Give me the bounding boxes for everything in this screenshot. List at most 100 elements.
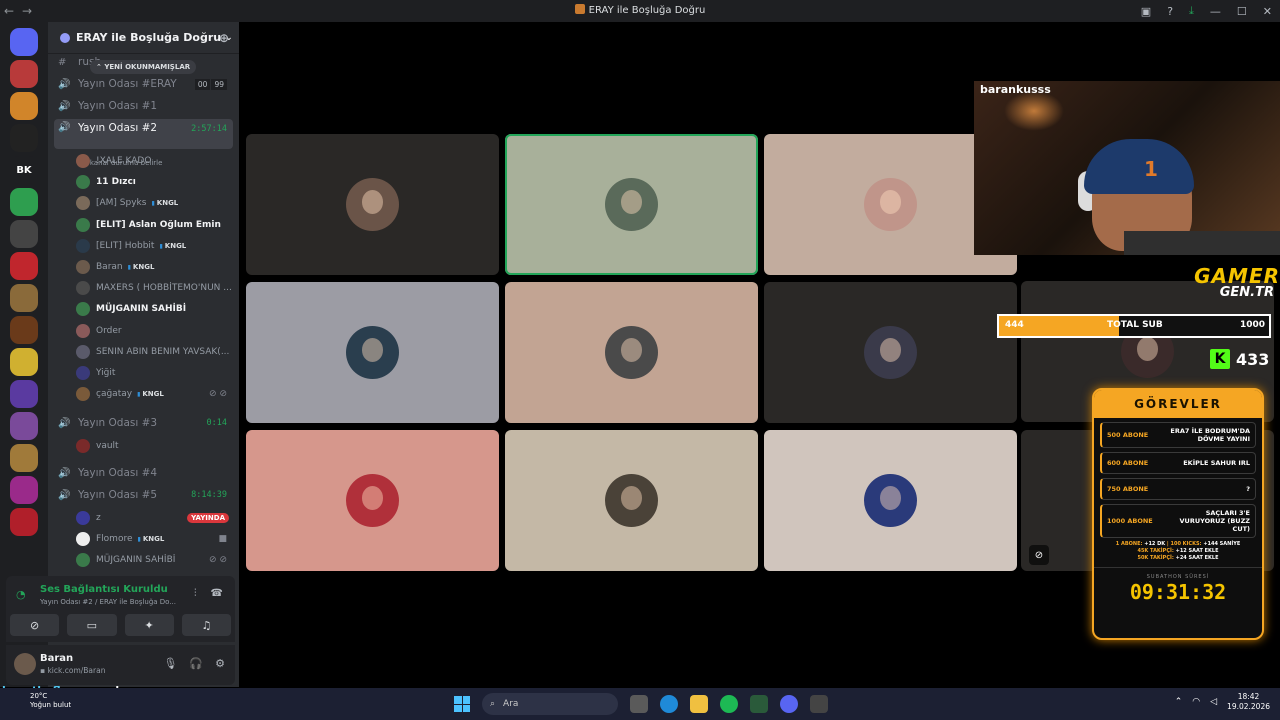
server-icon[interactable] <box>10 348 38 376</box>
user-name: [ELIT] Aslan Oğlum Emin <box>96 219 221 230</box>
back-icon[interactable]: ← <box>0 4 18 18</box>
participant-avatar <box>605 178 658 231</box>
avatar[interactable] <box>14 653 36 675</box>
server-header[interactable]: ERAY ile Boşluğa Doğru ⌄ ⊕ <box>48 22 239 54</box>
explorer-icon[interactable] <box>690 695 708 713</box>
edge-icon[interactable] <box>660 695 678 713</box>
voice-user[interactable]: MÜJGANIN SAHİBİ ⊘ ⊘ <box>76 550 233 570</box>
settings-gear-icon[interactable]: ⚙ <box>215 657 225 670</box>
clock[interactable]: 18:42 19.02.2026 <box>1227 692 1270 712</box>
obs-icon[interactable] <box>810 695 828 713</box>
voice-user[interactable]: MÜJGANIN SAHİBİ <box>76 299 233 319</box>
video-tile[interactable] <box>246 134 499 275</box>
voice-channel-row[interactable]: 🔊 Yayın Odası #1 <box>54 96 233 116</box>
help-icon[interactable]: ? <box>1167 5 1173 18</box>
screen-share-button[interactable]: ▭ <box>67 614 117 636</box>
video-tile[interactable] <box>246 282 499 423</box>
forward-icon[interactable]: → <box>18 4 36 18</box>
user-name: MAXERS ( HOBBİTEMO'NUN ... <box>96 283 232 294</box>
server-icon[interactable] <box>10 380 38 408</box>
quest-amount: 500 ABONE <box>1107 431 1149 439</box>
close-icon[interactable]: ✕ <box>1263 5 1272 18</box>
quest-item: 1000 ABONE SAÇLARI 3'E VURUYORUZ (BUZZ CU… <box>1100 504 1256 538</box>
video-tile[interactable] <box>505 134 758 275</box>
voice-user[interactable]: [ELIT] Hobbit KNGL <box>76 236 233 256</box>
voice-user[interactable]: 11 Dızcı <box>76 172 233 192</box>
video-tile[interactable] <box>764 430 1017 571</box>
weather-widget[interactable]: 20°C Yoğun bulut <box>30 692 71 710</box>
voice-user[interactable]: çağatay KNGL ⊘ ⊘ <box>76 384 233 404</box>
server-icon[interactable] <box>10 284 38 312</box>
voice-user[interactable]: MAXERS ( HOBBİTEMO'NUN ... <box>76 278 233 298</box>
voice-user[interactable]: Order <box>76 321 233 341</box>
voice-channel-row[interactable]: 🔊 Yayın Odası #5 8:14:39 <box>54 485 233 505</box>
maximize-icon[interactable]: ☐ <box>1237 5 1247 18</box>
chevron-up-icon[interactable]: ⌃ <box>1175 697 1183 707</box>
deafened-icon: ⊘ ⊘ <box>209 555 227 565</box>
server-icon[interactable] <box>10 316 38 344</box>
server-icon[interactable] <box>10 508 38 536</box>
video-tile[interactable] <box>505 282 758 423</box>
discord-icon[interactable] <box>780 695 798 713</box>
voice-user[interactable]: [ELIT] Aslan Oğlum Emin <box>76 215 233 235</box>
server-icon[interactable] <box>10 124 38 152</box>
quest-text: ERA7 İLE BODRUM'DA DÖVME YAYINI <box>1170 427 1250 443</box>
video-tile[interactable] <box>246 430 499 571</box>
taskbar-search[interactable]: ⌕ Ara <box>482 693 618 715</box>
server-icon[interactable] <box>10 412 38 440</box>
camera-off-button[interactable]: ⊘ <box>10 614 60 636</box>
hide-video-icon[interactable]: ⊘ <box>1029 545 1049 565</box>
voice-user[interactable]: vault <box>76 436 233 456</box>
server-icon[interactable] <box>10 60 38 88</box>
server-icon[interactable] <box>10 220 38 248</box>
voice-channel-row[interactable]: 🔊 Yayın Odası #ERAY 00 99 <box>54 74 233 94</box>
add-member-icon[interactable]: ⊕ <box>219 31 229 45</box>
server-name: ERAY ile Boşluğa Doğru <box>76 31 222 44</box>
quest-item: 750 ABONE? <box>1100 478 1256 500</box>
quest-title: GÖREVLER <box>1094 390 1262 418</box>
disconnect-icon[interactable]: ☎ <box>211 588 223 599</box>
soundboard-button[interactable]: ♫ <box>181 614 231 636</box>
quest-text: ? <box>1246 485 1250 493</box>
voice-user[interactable]: !XALE KADO <box>76 151 233 171</box>
video-tile[interactable] <box>505 430 758 571</box>
signal-icon: ◔ <box>16 588 26 601</box>
headphones-icon[interactable]: 🎧 <box>189 657 203 670</box>
avatar <box>76 281 90 296</box>
speaker-icon: 🔊 <box>58 122 71 133</box>
download-icon[interactable]: ⤓ <box>1189 4 1194 18</box>
server-icon[interactable] <box>10 188 38 216</box>
activity-button[interactable]: ✦ <box>124 614 174 636</box>
nvidia-icon[interactable] <box>750 695 768 713</box>
server-icon[interactable]: BK <box>10 156 38 184</box>
voice-user[interactable]: Yiğit <box>76 363 233 383</box>
quest-amount: 1000 ABONE <box>1107 517 1153 525</box>
microphone-icon[interactable]: 🎙 <box>163 657 177 670</box>
video-tile[interactable] <box>764 282 1017 423</box>
inbox-icon[interactable]: ▣ <box>1141 5 1151 18</box>
participant-avatar <box>346 178 399 231</box>
server-icon[interactable] <box>10 476 38 504</box>
voice-user[interactable]: [AM] Spyks KNGL <box>76 193 233 213</box>
voice-channel-row[interactable]: 🔊 Yayın Odası #2 2:57:14 <box>54 119 233 149</box>
spotify-icon[interactable] <box>720 695 738 713</box>
server-icon[interactable] <box>10 444 38 472</box>
task-view-icon[interactable] <box>630 695 648 713</box>
server-icon[interactable] <box>10 252 38 280</box>
noise-suppression-icon[interactable]: ⫶ <box>194 588 197 599</box>
voice-user[interactable]: Flomore KNGL ■ <box>76 529 233 549</box>
voice-channel-row[interactable]: 🔊 Yayın Odası #3 0:14 <box>54 413 233 433</box>
server-icon[interactable] <box>10 92 38 120</box>
unread-pill[interactable]: ⌃ YENİ OKUNMAMIŞLAR <box>90 60 197 74</box>
cap-number: 1 <box>1144 157 1158 181</box>
voice-user[interactable]: z YAYINDA <box>76 508 233 528</box>
voice-user[interactable]: SENIN ABIN BENIM YAVSAK(... <box>76 342 233 362</box>
start-icon[interactable] <box>454 696 470 712</box>
volume-icon[interactable]: ◁ <box>1210 697 1217 707</box>
wifi-icon[interactable]: ◠ <box>1192 697 1200 707</box>
voice-channel-link[interactable]: Yayın Odası #2 / ERAY ile Boşluğa Do... <box>40 598 176 606</box>
voice-user[interactable]: Baran KNGL <box>76 257 233 277</box>
voice-channel-row[interactable]: 🔊 Yayın Odası #4 <box>54 463 233 483</box>
minimize-icon[interactable]: — <box>1210 5 1221 18</box>
server-icon[interactable] <box>10 28 38 56</box>
